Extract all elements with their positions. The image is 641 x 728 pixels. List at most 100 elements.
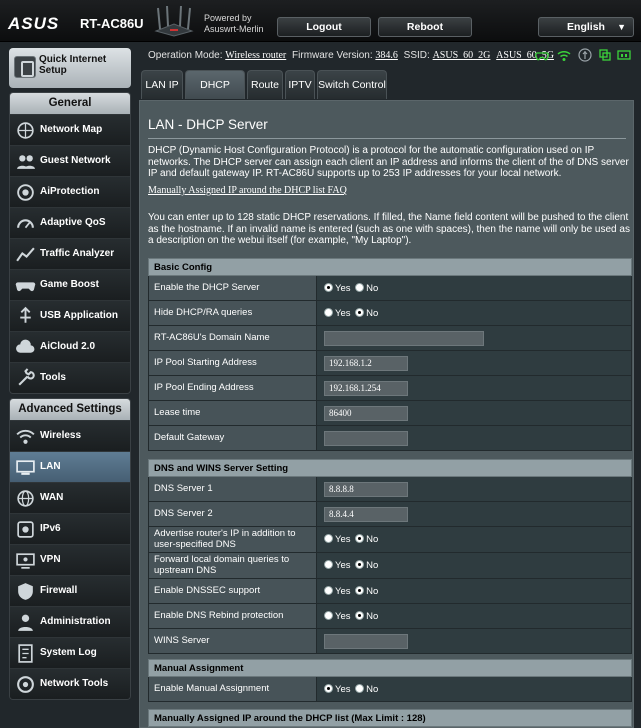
enable-manual-radio-group: Yes No — [316, 676, 632, 702]
enable-manual-no-radio[interactable] — [355, 683, 365, 693]
page-title: LAN - DHCP Server — [148, 117, 268, 132]
quick-setup-icon — [14, 56, 36, 78]
yes-label: Yes — [335, 560, 351, 571]
network-map-icon — [17, 122, 34, 139]
usb-icon[interactable] — [578, 48, 592, 62]
wifi-icon[interactable] — [557, 48, 571, 62]
network-ports-icon[interactable] — [617, 48, 631, 62]
sync-icon[interactable] — [598, 48, 612, 62]
language-select[interactable]: English ▼ — [538, 17, 634, 37]
default-gateway-input[interactable] — [324, 430, 408, 446]
rebind-no-radio[interactable] — [355, 610, 365, 620]
model-name: RT-AC86U — [80, 16, 144, 31]
sidebar-item-traffic-analyzer[interactable]: Traffic Analyzer — [10, 238, 130, 269]
sidebar-item-usb-application[interactable]: USB Application — [10, 300, 130, 331]
enable-dhcp-no-radio[interactable] — [355, 282, 365, 292]
tab-switch-control[interactable]: Switch Control — [317, 70, 387, 99]
tab-lan-ip[interactable]: LAN IP — [141, 70, 183, 99]
sidebar-item-label: IPv6 — [40, 523, 61, 534]
rebind-yes-radio[interactable] — [324, 610, 333, 620]
gamepad-icon[interactable] — [535, 48, 549, 62]
advertise-router-no-radio[interactable] — [355, 534, 365, 543]
forward-local-yes-radio[interactable] — [324, 560, 333, 569]
hide-dhcp-radio-group: Yes No — [316, 300, 632, 326]
manual-assignment-header: Manual Assignment — [148, 659, 632, 677]
advanced-settings-title: Advanced Settings — [10, 399, 130, 420]
operation-mode-link[interactable]: Wireless router — [225, 50, 286, 61]
hide-dhcp-yes-radio[interactable] — [324, 307, 333, 317]
sidebar-item-vpn[interactable]: VPN — [10, 544, 130, 575]
domain-name-input[interactable] — [324, 330, 484, 346]
sidebar-item-network-tools[interactable]: Network Tools — [10, 668, 130, 699]
lease-time-input[interactable]: 86400 — [324, 405, 408, 421]
sidebar-item-guest-network[interactable]: Guest Network — [10, 145, 130, 176]
tab-route[interactable]: Route — [247, 70, 283, 99]
sidebar-item-network-map[interactable]: Network Map — [10, 114, 130, 145]
yes-label: Yes — [335, 683, 351, 695]
advanced-settings-menu: Advanced Settings Wireless LAN WAN IPv6 VPN F… — [9, 398, 131, 700]
wireless-icon — [16, 429, 35, 444]
enable-manual-label: Enable Manual Assignment — [148, 676, 317, 702]
no-label: No — [366, 585, 379, 597]
dns2-input[interactable]: 8.8.4.4 — [324, 506, 408, 522]
manual-list-header: Manually Assigned IP around the DHCP lis… — [148, 709, 632, 727]
tab-dhcp-server[interactable]: DHCP Server — [185, 70, 245, 120]
sidebar-item-label: Network Map — [40, 124, 103, 135]
dnssec-yes-radio[interactable] — [324, 585, 333, 595]
sidebar-item-firewall[interactable]: Firewall — [10, 575, 130, 606]
sidebar-item-game-boost[interactable]: Game Boost — [10, 269, 130, 300]
firmware-link[interactable]: 384.6 — [375, 50, 398, 61]
hide-dhcp-no-radio[interactable] — [355, 307, 365, 317]
sidebar-item-label: Network Tools — [40, 678, 109, 689]
yes-label: Yes — [335, 610, 351, 622]
wins-input[interactable] — [324, 633, 408, 649]
firmware-label: Firmware Version: — [292, 50, 373, 61]
pool-start-input[interactable]: 192.168.1.2 — [324, 355, 408, 371]
sidebar-item-aicloud-2-0[interactable]: AiCloud 2.0 — [10, 331, 130, 362]
enable-dhcp-yes-radio[interactable] — [324, 282, 333, 292]
advertise-router-label: Advertise router's IP in addition to use… — [148, 526, 317, 553]
ipv6-icon — [17, 521, 34, 538]
no-label: No — [366, 683, 379, 695]
sidebar-item-label: LAN — [40, 461, 61, 472]
rebind-radio-group: Yes No — [316, 603, 632, 629]
sidebar-item-system-log[interactable]: System Log — [10, 637, 130, 668]
sidebar-item-aiprotection[interactable]: AiProtection — [10, 176, 130, 207]
sidebar-item-wireless[interactable]: Wireless — [10, 420, 130, 451]
pool-start-label: IP Pool Starting Address — [148, 350, 317, 376]
default-gateway-label: Default Gateway — [148, 425, 317, 451]
forward-local-no-radio[interactable] — [355, 560, 365, 569]
table-row: IP Pool Ending Address 192.168.1.254 — [148, 375, 632, 401]
dns-wins-header: DNS and WINS Server Setting — [148, 459, 632, 477]
sidebar-item-adaptive-qos[interactable]: Adaptive QoS — [10, 207, 130, 238]
sidebar-item-label: Guest Network — [40, 155, 111, 166]
sidebar-item-wan[interactable]: WAN — [10, 482, 130, 513]
sidebar-item-administration[interactable]: Administration — [10, 606, 130, 637]
sidebar-item-tools[interactable]: Tools — [10, 362, 130, 393]
rebind-label: Enable DNS Rebind protection — [148, 603, 317, 629]
faq-link[interactable]: Manually Assigned IP around the DHCP lis… — [148, 185, 347, 196]
manual-assignment-table: Manual Assignment Enable Manual Assignme… — [148, 659, 632, 702]
basic-config-header: Basic Config — [148, 258, 632, 276]
table-row: Lease time 86400 — [148, 400, 632, 426]
dns1-input[interactable]: 8.8.8.8 — [324, 481, 408, 497]
quick-internet-setup-button[interactable]: Quick Internet Setup — [9, 48, 131, 88]
enable-manual-yes-radio[interactable] — [324, 683, 333, 693]
administration-icon — [18, 614, 33, 631]
reboot-button[interactable]: Reboot — [378, 17, 472, 37]
dns2-label: DNS Server 2 — [148, 501, 317, 527]
ssid-2g-link[interactable]: ASUS_60_2G — [433, 50, 491, 61]
dnssec-no-radio[interactable] — [355, 585, 365, 595]
basic-config-table: Basic Config Enable the DHCP Server Yes … — [148, 258, 632, 451]
sidebar-item-ipv6[interactable]: IPv6 — [10, 513, 130, 544]
table-row: DNS Server 2 8.8.4.4 — [148, 501, 632, 527]
tab-iptv[interactable]: IPTV — [285, 70, 315, 99]
advertise-router-yes-radio[interactable] — [324, 534, 333, 543]
sidebar-item-label: Game Boost — [40, 279, 99, 290]
logout-button[interactable]: Logout — [277, 17, 371, 37]
table-row: WINS Server — [148, 628, 632, 654]
sidebar-item-lan[interactable]: LAN — [10, 451, 130, 482]
language-value: English — [567, 21, 605, 33]
enable-dhcp-label: Enable the DHCP Server — [148, 275, 317, 301]
pool-end-input[interactable]: 192.168.1.254 — [324, 380, 408, 396]
